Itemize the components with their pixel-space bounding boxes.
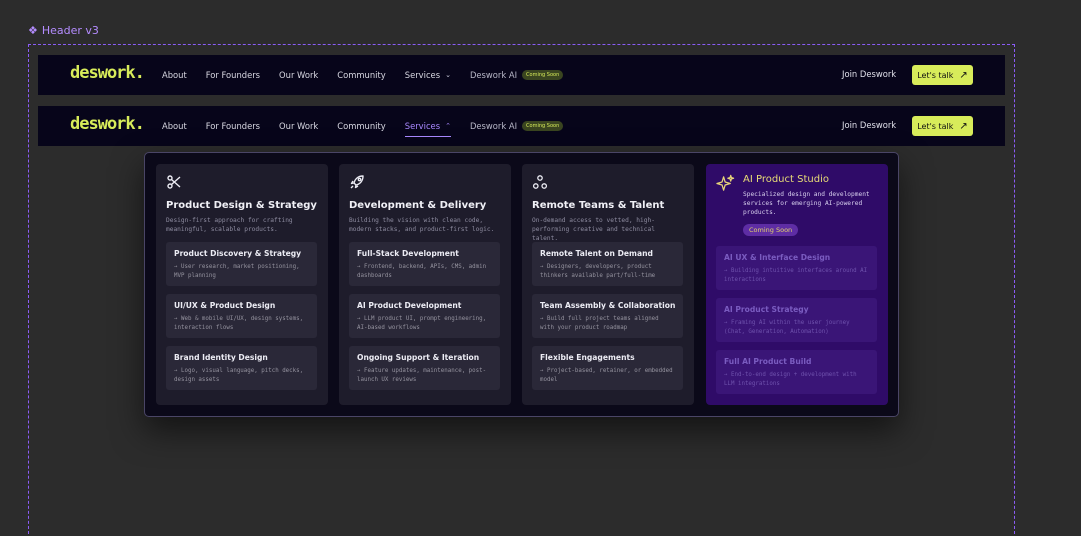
nav-about[interactable]: About [162,121,187,131]
column-description: Building the vision with clean code, mod… [349,217,495,233]
nav-community[interactable]: Community [337,70,385,80]
coming-soon-badge: Coming Soon [743,224,799,236]
frame-label: ❖ Header v3 [28,24,99,37]
column-title: Remote Teams & Talent [532,200,665,211]
header-services-open: deswork. About For Founders Our Work Com… [38,106,1005,146]
lets-talk-button[interactable]: Let's talk ↗ [912,65,973,85]
arrow-up-right-icon: ↗ [959,120,968,132]
service-card[interactable]: Product Discovery & Strategy → User rese… [166,242,317,286]
join-deswork-link[interactable]: Join Deswork [842,69,896,79]
services-mega-menu: Product Design & Strategy Design-first a… [144,152,899,417]
nav-services[interactable]: Services ⌄ [405,70,451,80]
nav-for-founders[interactable]: For Founders [206,121,260,131]
header-default: deswork. About For Founders Our Work Com… [38,55,1005,95]
join-deswork-link[interactable]: Join Deswork [842,120,896,130]
coming-soon-badge: Coming Soon [522,121,564,131]
nav-deswork-ai[interactable]: Deswork AI Coming Soon [470,121,564,131]
frame-label-text: Header v3 [41,24,99,37]
team-nodes-icon [532,174,548,190]
nav-community[interactable]: Community [337,121,385,131]
column-product-design: Product Design & Strategy Design-first a… [156,164,328,405]
logo[interactable]: deswork. [70,63,145,83]
column-remote-teams: Remote Teams & Talent On-demand access t… [522,164,694,405]
service-card[interactable]: Team Assembly & Collaboration → Build fu… [532,294,683,338]
nav-for-founders[interactable]: For Founders [206,70,260,80]
sparkle-icon [716,174,735,193]
nav-our-work[interactable]: Our Work [279,121,318,131]
service-card: Full AI Product Build → End-to-end desig… [716,350,877,394]
nav-services-active[interactable]: Services ⌃ [404,121,452,137]
column-description: Specialized design and development servi… [743,191,870,216]
service-card[interactable]: UI/UX & Product Design → Web & mobile UI… [166,294,317,338]
rocket-icon [349,174,365,190]
column-ai-product-studio: AI Product Studio Specialized design and… [706,164,888,405]
service-card[interactable]: Flexible Engagements → Project-based, re… [532,346,683,390]
column-development: Development & Delivery Building the visi… [339,164,511,405]
service-card[interactable]: Remote Talent on Demand → Designers, dev… [532,242,683,286]
column-description: On-demand access to vetted, high-perform… [532,217,655,242]
column-title: AI Product Studio [743,174,829,185]
service-card[interactable]: AI Product Development → LLM product UI,… [349,294,500,338]
service-card[interactable]: Brand Identity Design → Logo, visual lan… [166,346,317,390]
service-card[interactable]: Ongoing Support & Iteration → Feature up… [349,346,500,390]
service-card: AI UX & Interface Design → Building intu… [716,246,877,290]
chevron-down-icon: ⌄ [445,71,451,79]
column-description: Design-first approach for crafting meani… [166,217,293,233]
component-diamond-icon: ❖ [28,24,38,37]
chevron-up-icon: ⌃ [445,122,451,130]
nav-deswork-ai[interactable]: Deswork AI Coming Soon [470,70,564,80]
service-card: AI Product Strategy → Framing AI within … [716,298,877,342]
scissors-tools-icon [166,174,182,190]
main-nav: About For Founders Our Work Community Se… [162,55,582,95]
logo[interactable]: deswork. [70,114,145,134]
main-nav: About For Founders Our Work Community Se… [162,106,582,146]
lets-talk-button[interactable]: Let's talk ↗ [912,116,973,136]
service-card[interactable]: Full-Stack Development → Frontend, backe… [349,242,500,286]
column-title: Development & Delivery [349,200,487,211]
column-title: Product Design & Strategy [166,200,317,211]
arrow-up-right-icon: ↗ [959,69,968,81]
coming-soon-badge: Coming Soon [522,70,564,80]
nav-our-work[interactable]: Our Work [279,70,318,80]
nav-about[interactable]: About [162,70,187,80]
